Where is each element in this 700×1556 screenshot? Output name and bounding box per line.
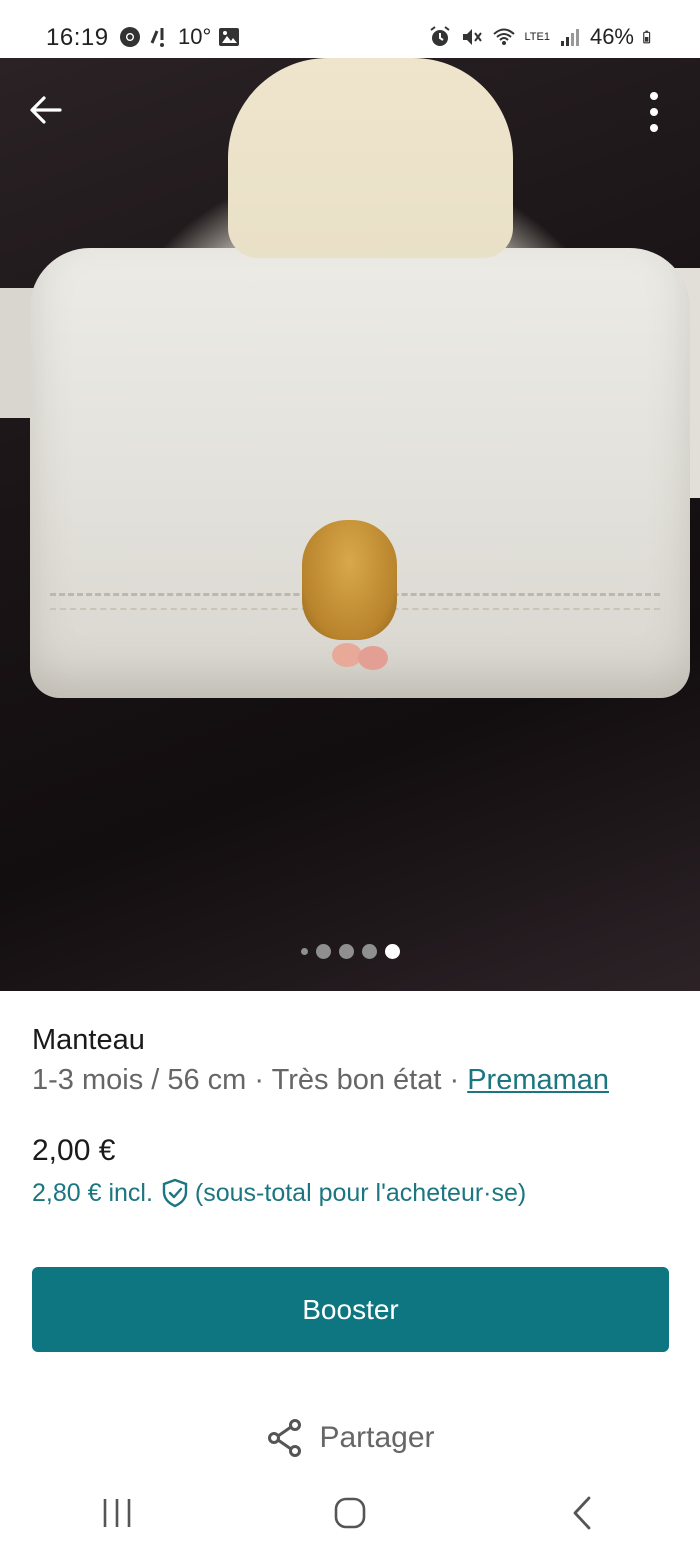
share-label: Partager xyxy=(319,1421,435,1454)
product-image-hood xyxy=(228,58,513,258)
pagination-dot[interactable] xyxy=(338,944,354,959)
status-right-icons: LTE1 46% xyxy=(428,24,656,50)
item-price: 2,00 € xyxy=(32,1134,116,1167)
chrome-icon xyxy=(120,27,140,47)
mute-icon xyxy=(463,29,483,45)
separator: · xyxy=(449,1064,460,1096)
share-button[interactable]: Partager xyxy=(0,1418,700,1458)
status-bar: 16:19 10° LTE1 46% xyxy=(0,0,700,58)
product-image-duck-patch xyxy=(302,520,397,640)
gallery-icon xyxy=(219,28,240,46)
home-icon xyxy=(334,1497,366,1529)
gallery-pagination xyxy=(0,944,700,959)
network-label: LTE1 xyxy=(524,30,550,43)
chevron-left-icon xyxy=(573,1496,591,1530)
more-vertical-icon xyxy=(650,92,658,132)
pagination-dot[interactable] xyxy=(300,948,308,955)
back-nav-button[interactable] xyxy=(553,1483,613,1543)
recent-apps-button[interactable] xyxy=(87,1483,147,1543)
more-options-button[interactable] xyxy=(636,88,672,136)
booster-button[interactable]: Booster xyxy=(32,1267,669,1352)
buyer-price-value: 2,80 € incl. xyxy=(32,1178,153,1207)
pagination-dot[interactable] xyxy=(315,944,331,959)
status-left-icons: 10° xyxy=(118,24,241,50)
photo-gallery[interactable] xyxy=(0,58,700,991)
system-navigation-bar xyxy=(0,1470,700,1556)
back-button[interactable] xyxy=(24,88,68,132)
product-image-duck-foot xyxy=(358,646,388,670)
home-button[interactable] xyxy=(320,1483,380,1543)
status-time: 16:19 xyxy=(46,24,109,51)
recent-apps-icon xyxy=(103,1499,130,1527)
wifi-icon xyxy=(493,28,516,45)
item-title: Manteau xyxy=(32,1024,145,1056)
alarm-icon xyxy=(430,26,451,46)
item-details: 1-3 mois / 56 cm · Très bon état · Prema… xyxy=(32,1064,609,1097)
item-size: 1-3 mois / 56 cm xyxy=(32,1064,247,1096)
separator: · xyxy=(254,1064,265,1096)
notification-alert-icon xyxy=(150,28,164,47)
pagination-dot-active[interactable] xyxy=(384,944,400,959)
item-condition: Très bon état xyxy=(271,1064,442,1096)
status-temperature: 10° xyxy=(178,24,212,49)
buyer-price-note: (sous-total pour l'acheteur·se) xyxy=(194,1178,527,1207)
arrow-left-icon xyxy=(30,96,62,124)
signal-icon xyxy=(560,29,579,46)
buyer-price[interactable]: 2,80 € incl. (sous-total pour l'acheteur… xyxy=(32,1178,526,1208)
share-icon xyxy=(268,1419,302,1457)
brand-link[interactable]: Premaman xyxy=(467,1064,609,1096)
pagination-dot[interactable] xyxy=(361,944,377,959)
battery-icon xyxy=(643,30,651,44)
shield-check-icon xyxy=(162,1178,188,1208)
battery-level: 46% xyxy=(589,24,634,49)
